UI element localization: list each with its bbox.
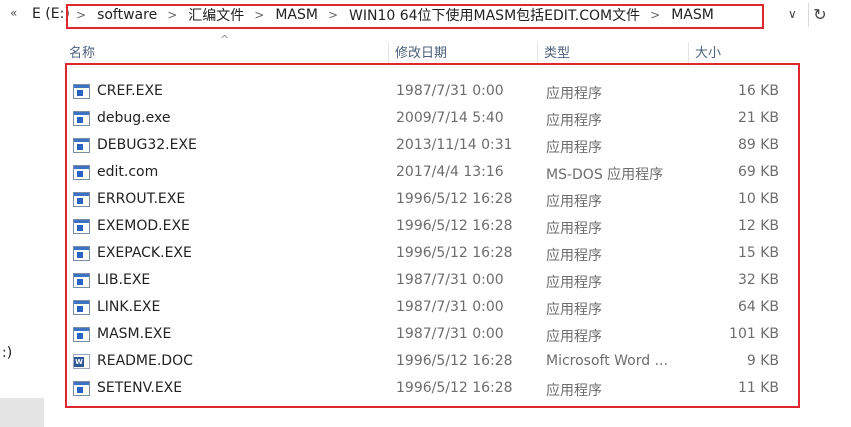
exe-icon	[73, 84, 90, 99]
file-row[interactable]: edit.com 2017/4/4 13:16 MS-DOS 应用程序 69 K…	[70, 160, 785, 187]
address-bar-row: « E (E:) > software > 汇编文件 > MASM > WIN1…	[0, 0, 851, 32]
chevron-right-icon[interactable]: >	[167, 8, 177, 22]
crumb-masm-current[interactable]: MASM	[671, 7, 714, 23]
file-size: 64 KB	[737, 299, 779, 315]
file-type: 应用程序	[546, 302, 602, 318]
exe-icon	[73, 327, 90, 342]
file-name: CREF.EXE	[97, 83, 163, 99]
exe-icon	[73, 273, 90, 288]
nav-item-selected[interactable]	[0, 398, 44, 427]
file-row[interactable]: debug.exe 2009/7/14 5:40 应用程序 21 KB	[70, 106, 785, 133]
file-date: 1996/5/12 16:28	[396, 191, 513, 207]
file-name: SETENV.EXE	[97, 380, 183, 396]
file-type: 应用程序	[546, 383, 602, 399]
chevron-right-icon[interactable]: >	[76, 8, 86, 22]
file-row[interactable]: SETENV.EXE 1996/5/12 16:28 应用程序 11 KB	[70, 376, 785, 403]
word-doc-icon: W	[73, 354, 90, 369]
file-date: 2013/11/14 0:31	[396, 137, 513, 153]
file-row[interactable]: MASM.EXE 1987/7/31 0:00 应用程序 101 KB	[70, 322, 785, 349]
file-name: EXEMOD.EXE	[97, 218, 190, 234]
file-date: 1996/5/12 16:28	[396, 353, 513, 369]
breadcrumb[interactable]: > software > 汇编文件 > MASM > WIN10 64位下使用M…	[70, 5, 714, 25]
file-date: 1987/7/31 0:00	[396, 299, 504, 315]
exe-icon	[73, 246, 90, 261]
chevron-right-icon[interactable]: >	[328, 8, 338, 22]
file-size: 32 KB	[737, 272, 779, 288]
file-name: ERROUT.EXE	[97, 191, 186, 207]
file-name: LINK.EXE	[97, 299, 161, 315]
file-date: 1987/7/31 0:00	[396, 326, 504, 342]
file-date: 1987/7/31 0:00	[396, 272, 504, 288]
file-row[interactable]: W README.DOC 1996/5/12 16:28 Microsoft W…	[70, 349, 785, 376]
file-size: 11 KB	[737, 380, 779, 396]
file-date: 1996/5/12 16:28	[396, 245, 513, 261]
crumb-win10-masm[interactable]: WIN10 64位下使用MASM包括EDIT.COM文件	[349, 5, 640, 25]
nav-item-partial[interactable]: :)	[2, 345, 12, 361]
file-type: 应用程序	[546, 248, 602, 264]
file-type: 应用程序	[546, 140, 602, 156]
file-row[interactable]: LINK.EXE 1987/7/31 0:00 应用程序 64 KB	[70, 295, 785, 322]
crumb-software[interactable]: software	[97, 7, 157, 23]
file-type: 应用程序	[546, 221, 602, 237]
file-row[interactable]: ERROUT.EXE 1996/5/12 16:28 应用程序 10 KB	[70, 187, 785, 214]
file-size: 15 KB	[737, 245, 779, 261]
exe-icon	[73, 192, 90, 207]
file-type: 应用程序	[546, 329, 602, 345]
file-size: 9 KB	[746, 353, 779, 369]
file-size: 101 KB	[729, 326, 779, 342]
chevron-right-icon[interactable]: >	[254, 8, 264, 22]
file-date: 1996/5/12 16:28	[396, 380, 513, 396]
file-size: 21 KB	[737, 110, 779, 126]
file-name: debug.exe	[97, 110, 171, 126]
file-row[interactable]: LIB.EXE 1987/7/31 0:00 应用程序 32 KB	[70, 268, 785, 295]
file-type: 应用程序	[546, 275, 602, 291]
address-dropdown-icon[interactable]: ∨	[788, 7, 797, 21]
chevron-right-icon[interactable]: >	[650, 8, 660, 22]
file-type: 应用程序	[546, 113, 602, 129]
file-row[interactable]: EXEMOD.EXE 1996/5/12 16:28 应用程序 12 KB	[70, 214, 785, 241]
file-name: edit.com	[97, 164, 159, 180]
exe-icon	[73, 165, 90, 180]
file-size: 12 KB	[737, 218, 779, 234]
file-date: 1996/5/12 16:28	[396, 218, 513, 234]
file-type: MS-DOS 应用程序	[546, 167, 664, 183]
exe-icon	[73, 138, 90, 153]
navigation-pane	[0, 32, 44, 427]
file-type: 应用程序	[546, 194, 602, 210]
drive-crumb[interactable]: E (E:)	[32, 6, 70, 22]
file-size: 89 KB	[737, 137, 779, 153]
exe-icon	[73, 381, 90, 396]
refresh-icon[interactable]: ↻	[808, 3, 831, 27]
exe-icon	[73, 111, 90, 126]
file-name: EXEPACK.EXE	[97, 245, 192, 261]
recent-locations-icon[interactable]: «	[10, 6, 17, 20]
file-name: MASM.EXE	[97, 326, 172, 342]
file-type: 应用程序	[546, 86, 602, 102]
file-size: 69 KB	[737, 164, 779, 180]
file-size: 10 KB	[737, 191, 779, 207]
file-name: README.DOC	[97, 353, 193, 369]
exe-icon	[73, 300, 90, 315]
crumb-asm-files[interactable]: 汇编文件	[188, 5, 244, 25]
file-name: LIB.EXE	[97, 272, 151, 288]
file-row[interactable]: EXEPACK.EXE 1996/5/12 16:28 应用程序 15 KB	[70, 241, 785, 268]
exe-icon	[73, 219, 90, 234]
file-date: 2017/4/4 13:16	[396, 164, 504, 180]
file-date: 1987/7/31 0:00	[396, 83, 504, 99]
file-size: 16 KB	[737, 83, 779, 99]
file-name: DEBUG32.EXE	[97, 137, 197, 153]
file-row[interactable]: DEBUG32.EXE 2013/11/14 0:31 应用程序 89 KB	[70, 133, 785, 160]
file-date: 2009/7/14 5:40	[396, 110, 504, 126]
crumb-masm[interactable]: MASM	[275, 7, 318, 23]
file-type: Microsoft Word ...	[546, 353, 668, 369]
file-row[interactable]: CREF.EXE 1987/7/31 0:00 应用程序 16 KB	[70, 79, 785, 106]
